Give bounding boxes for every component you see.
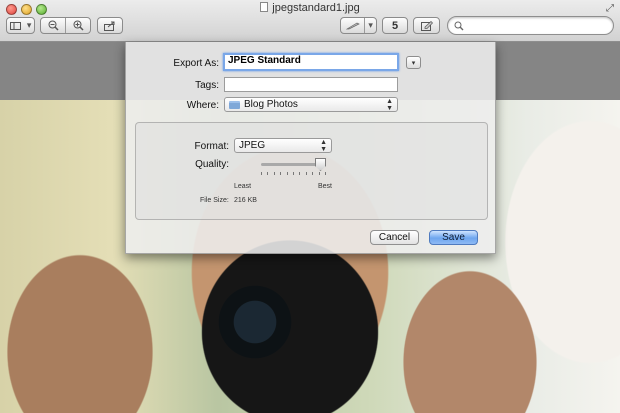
pen-icon — [341, 18, 364, 33]
where-value: Blog Photos — [244, 99, 298, 110]
document-icon — [260, 2, 269, 12]
edit-button[interactable] — [413, 17, 440, 34]
format-options-box — [135, 122, 488, 220]
share-button[interactable] — [97, 17, 123, 34]
slider-tick — [306, 172, 307, 175]
share-icon — [104, 21, 115, 31]
quality-max-label: Best — [318, 183, 333, 190]
folder-icon — [229, 100, 240, 109]
search-icon — [454, 21, 464, 31]
slider-tick — [319, 172, 320, 175]
slider-tick — [325, 172, 326, 175]
format-value: JPEG — [239, 140, 266, 151]
quality-slider[interactable] — [261, 158, 326, 171]
slider-tick — [287, 172, 288, 175]
slider-tick — [312, 172, 313, 175]
markup-menu-button[interactable]: ▾ — [340, 17, 377, 34]
format-label: Format: — [194, 141, 229, 152]
zoom-out-button[interactable] — [41, 18, 65, 33]
tags-label: Tags: — [195, 80, 219, 91]
expand-options-button[interactable]: ▾ — [406, 56, 421, 69]
rotate-button[interactable]: 5 — [382, 17, 408, 34]
format-popup[interactable]: JPEG ▲ ▼ — [234, 138, 332, 153]
slider-tick — [299, 172, 300, 175]
up-down-arrows-icon: ▲ ▼ — [386, 98, 393, 112]
cancel-button[interactable]: Cancel — [370, 230, 419, 245]
quality-label: Quality: — [195, 159, 229, 170]
view-menu-button[interactable]: ▾ — [6, 17, 35, 34]
zoom-out-icon — [48, 20, 59, 31]
fullscreen-icon[interactable]: ⤢ — [606, 3, 614, 14]
sidebar-view-icon — [7, 18, 24, 33]
slider-tick — [293, 172, 294, 175]
slider-tick — [267, 172, 268, 175]
quality-min-label: Least — [234, 183, 252, 190]
slider-tick — [261, 172, 262, 175]
tags-input[interactable] — [224, 77, 398, 92]
export-as-label: Export As: — [173, 58, 219, 69]
slider-tick — [274, 172, 275, 175]
rotate-icon: 5 — [391, 19, 399, 32]
chevron-down-icon: ▾ — [364, 18, 376, 33]
chevron-down-icon: ▾ — [411, 59, 416, 67]
export-as-input[interactable]: JPEG Standard — [223, 53, 399, 71]
window-title: jpegstandard1.jpg — [0, 2, 620, 16]
zoom-segmented-control — [40, 17, 91, 34]
file-size-label: File Size: — [200, 197, 229, 204]
window-title-text: jpegstandard1.jpg — [272, 2, 360, 14]
where-label: Where: — [186, 100, 219, 111]
window-titlebar: jpegstandard1.jpg ⤢ ▾ ▾ 5 — [0, 0, 620, 42]
up-down-arrows-icon: ▲ ▼ — [320, 139, 327, 153]
zoom-in-icon — [73, 20, 84, 31]
where-popup[interactable]: Blog Photos ▲ ▼ — [224, 97, 398, 112]
export-sheet: Export As: JPEG Standard ▾ Tags: Where: … — [125, 42, 496, 254]
save-button[interactable]: Save — [429, 230, 478, 245]
quality-slider-ticks — [261, 172, 326, 175]
edit-icon — [420, 20, 433, 31]
slider-tick — [280, 172, 281, 175]
file-size-value: 216 KB — [234, 197, 257, 204]
chevron-down-icon: ▾ — [26, 20, 32, 30]
search-field[interactable] — [447, 16, 614, 35]
zoom-in-button[interactable] — [65, 18, 90, 33]
